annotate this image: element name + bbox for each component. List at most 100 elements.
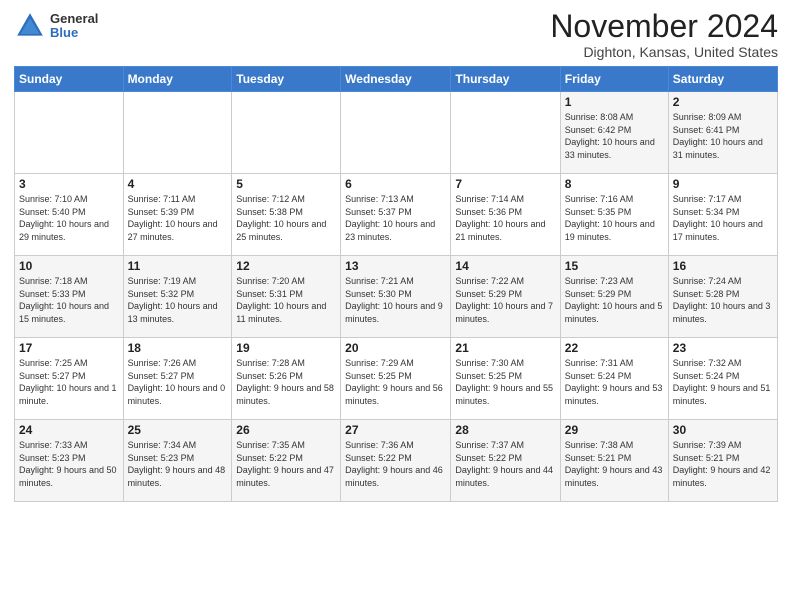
weekday-header-row: SundayMondayTuesdayWednesdayThursdayFrid…	[15, 67, 778, 92]
day-info: Sunrise: 7:22 AM Sunset: 5:29 PM Dayligh…	[455, 275, 555, 325]
logo: General Blue	[14, 10, 98, 42]
calendar-cell: 25 Sunrise: 7:34 AM Sunset: 5:23 PM Dayli…	[123, 420, 232, 502]
calendar-cell: 11 Sunrise: 7:19 AM Sunset: 5:32 PM Dayli…	[123, 256, 232, 338]
weekday-header-saturday: Saturday	[668, 67, 777, 92]
day-info: Sunrise: 7:25 AM Sunset: 5:27 PM Dayligh…	[19, 357, 119, 407]
weekday-header-monday: Monday	[123, 67, 232, 92]
day-info: Sunrise: 7:19 AM Sunset: 5:32 PM Dayligh…	[128, 275, 228, 325]
day-number: 7	[455, 177, 555, 191]
calendar-cell	[341, 92, 451, 174]
weekday-header-thursday: Thursday	[451, 67, 560, 92]
day-number: 21	[455, 341, 555, 355]
calendar-cell: 1 Sunrise: 8:08 AM Sunset: 6:42 PM Daylig…	[560, 92, 668, 174]
calendar-cell	[123, 92, 232, 174]
day-info: Sunrise: 7:23 AM Sunset: 5:29 PM Dayligh…	[565, 275, 664, 325]
day-number: 14	[455, 259, 555, 273]
calendar-cell: 3Sunrise: 7:10 AM Sunset: 5:40 PM Daylig…	[15, 174, 124, 256]
weekday-header-sunday: Sunday	[15, 67, 124, 92]
day-info: Sunrise: 7:31 AM Sunset: 5:24 PM Dayligh…	[565, 357, 664, 407]
day-number: 12	[236, 259, 336, 273]
day-number: 19	[236, 341, 336, 355]
calendar-cell: 20 Sunrise: 7:29 AM Sunset: 5:25 PM Dayli…	[341, 338, 451, 420]
calendar-cell: 21 Sunrise: 7:30 AM Sunset: 5:25 PM Dayli…	[451, 338, 560, 420]
calendar-cell	[232, 92, 341, 174]
calendar-cell	[15, 92, 124, 174]
day-info: Sunrise: 7:30 AM Sunset: 5:25 PM Dayligh…	[455, 357, 555, 407]
day-number: 18	[128, 341, 228, 355]
day-number: 4	[128, 177, 228, 191]
calendar-cell: 30 Sunrise: 7:39 AM Sunset: 5:21 PM Dayli…	[668, 420, 777, 502]
day-info: Sunrise: 7:12 AM Sunset: 5:38 PM Dayligh…	[236, 193, 336, 243]
day-info: Sunrise: 7:29 AM Sunset: 5:25 PM Dayligh…	[345, 357, 446, 407]
day-number: 1	[565, 95, 664, 109]
location: Dighton, Kansas, United States	[550, 44, 778, 60]
calendar-cell: 22Sunrise: 7:31 AM Sunset: 5:24 PM Dayli…	[560, 338, 668, 420]
calendar-cell: 18 Sunrise: 7:26 AM Sunset: 5:27 PM Dayli…	[123, 338, 232, 420]
day-number: 28	[455, 423, 555, 437]
calendar-cell: 13 Sunrise: 7:21 AM Sunset: 5:30 PM Dayli…	[341, 256, 451, 338]
day-info: Sunrise: 7:11 AM Sunset: 5:39 PM Dayligh…	[128, 193, 228, 243]
logo-blue: Blue	[50, 26, 98, 40]
day-info: Sunrise: 7:39 AM Sunset: 5:21 PM Dayligh…	[673, 439, 773, 489]
day-info: Sunrise: 8:08 AM Sunset: 6:42 PM Dayligh…	[565, 111, 664, 161]
calendar-cell: 10 Sunrise: 7:18 AM Sunset: 5:33 PM Dayli…	[15, 256, 124, 338]
calendar-cell: 27Sunrise: 7:36 AM Sunset: 5:22 PM Dayli…	[341, 420, 451, 502]
calendar-cell: 6Sunrise: 7:13 AM Sunset: 5:37 PM Daylig…	[341, 174, 451, 256]
week-row-2: 10 Sunrise: 7:18 AM Sunset: 5:33 PM Dayli…	[15, 256, 778, 338]
calendar: SundayMondayTuesdayWednesdayThursdayFrid…	[14, 66, 778, 502]
day-number: 30	[673, 423, 773, 437]
calendar-cell: 15 Sunrise: 7:23 AM Sunset: 5:29 PM Dayli…	[560, 256, 668, 338]
calendar-cell: 8Sunrise: 7:16 AM Sunset: 5:35 PM Daylig…	[560, 174, 668, 256]
day-number: 9	[673, 177, 773, 191]
logo-icon	[14, 10, 46, 42]
day-number: 17	[19, 341, 119, 355]
logo-general: General	[50, 12, 98, 26]
calendar-cell: 14 Sunrise: 7:22 AM Sunset: 5:29 PM Dayli…	[451, 256, 560, 338]
page: General Blue November 2024 Dighton, Kans…	[0, 0, 792, 612]
day-info: Sunrise: 7:33 AM Sunset: 5:23 PM Dayligh…	[19, 439, 119, 489]
header: General Blue November 2024 Dighton, Kans…	[14, 10, 778, 60]
day-number: 10	[19, 259, 119, 273]
month-title: November 2024	[550, 10, 778, 42]
day-number: 23	[673, 341, 773, 355]
day-info: Sunrise: 7:37 AM Sunset: 5:22 PM Dayligh…	[455, 439, 555, 489]
day-info: Sunrise: 7:38 AM Sunset: 5:21 PM Dayligh…	[565, 439, 664, 489]
calendar-cell: 28 Sunrise: 7:37 AM Sunset: 5:22 PM Dayli…	[451, 420, 560, 502]
day-number: 29	[565, 423, 664, 437]
calendar-cell: 23 Sunrise: 7:32 AM Sunset: 5:24 PM Dayli…	[668, 338, 777, 420]
day-info: Sunrise: 7:17 AM Sunset: 5:34 PM Dayligh…	[673, 193, 773, 243]
day-info: Sunrise: 7:18 AM Sunset: 5:33 PM Dayligh…	[19, 275, 119, 325]
calendar-cell: 16Sunrise: 7:24 AM Sunset: 5:28 PM Dayli…	[668, 256, 777, 338]
day-info: Sunrise: 7:34 AM Sunset: 5:23 PM Dayligh…	[128, 439, 228, 489]
calendar-cell: 12Sunrise: 7:20 AM Sunset: 5:31 PM Dayli…	[232, 256, 341, 338]
day-number: 6	[345, 177, 446, 191]
day-info: Sunrise: 7:21 AM Sunset: 5:30 PM Dayligh…	[345, 275, 446, 325]
calendar-cell: 24 Sunrise: 7:33 AM Sunset: 5:23 PM Dayli…	[15, 420, 124, 502]
calendar-cell: 26Sunrise: 7:35 AM Sunset: 5:22 PM Dayli…	[232, 420, 341, 502]
day-number: 2	[673, 95, 773, 109]
day-info: Sunrise: 7:14 AM Sunset: 5:36 PM Dayligh…	[455, 193, 555, 243]
day-number: 3	[19, 177, 119, 191]
day-number: 27	[345, 423, 446, 437]
title-block: November 2024 Dighton, Kansas, United St…	[550, 10, 778, 60]
day-number: 24	[19, 423, 119, 437]
day-number: 13	[345, 259, 446, 273]
week-row-0: 1 Sunrise: 8:08 AM Sunset: 6:42 PM Daylig…	[15, 92, 778, 174]
calendar-cell: 17 Sunrise: 7:25 AM Sunset: 5:27 PM Dayli…	[15, 338, 124, 420]
day-number: 5	[236, 177, 336, 191]
day-number: 11	[128, 259, 228, 273]
day-info: Sunrise: 7:26 AM Sunset: 5:27 PM Dayligh…	[128, 357, 228, 407]
weekday-header-friday: Friday	[560, 67, 668, 92]
day-number: 15	[565, 259, 664, 273]
day-number: 25	[128, 423, 228, 437]
day-info: Sunrise: 7:32 AM Sunset: 5:24 PM Dayligh…	[673, 357, 773, 407]
week-row-3: 17 Sunrise: 7:25 AM Sunset: 5:27 PM Dayli…	[15, 338, 778, 420]
day-number: 8	[565, 177, 664, 191]
day-info: Sunrise: 8:09 AM Sunset: 6:41 PM Dayligh…	[673, 111, 773, 161]
day-number: 20	[345, 341, 446, 355]
day-info: Sunrise: 7:28 AM Sunset: 5:26 PM Dayligh…	[236, 357, 336, 407]
calendar-cell: 7 Sunrise: 7:14 AM Sunset: 5:36 PM Daylig…	[451, 174, 560, 256]
day-info: Sunrise: 7:24 AM Sunset: 5:28 PM Dayligh…	[673, 275, 773, 325]
day-number: 26	[236, 423, 336, 437]
weekday-header-wednesday: Wednesday	[341, 67, 451, 92]
